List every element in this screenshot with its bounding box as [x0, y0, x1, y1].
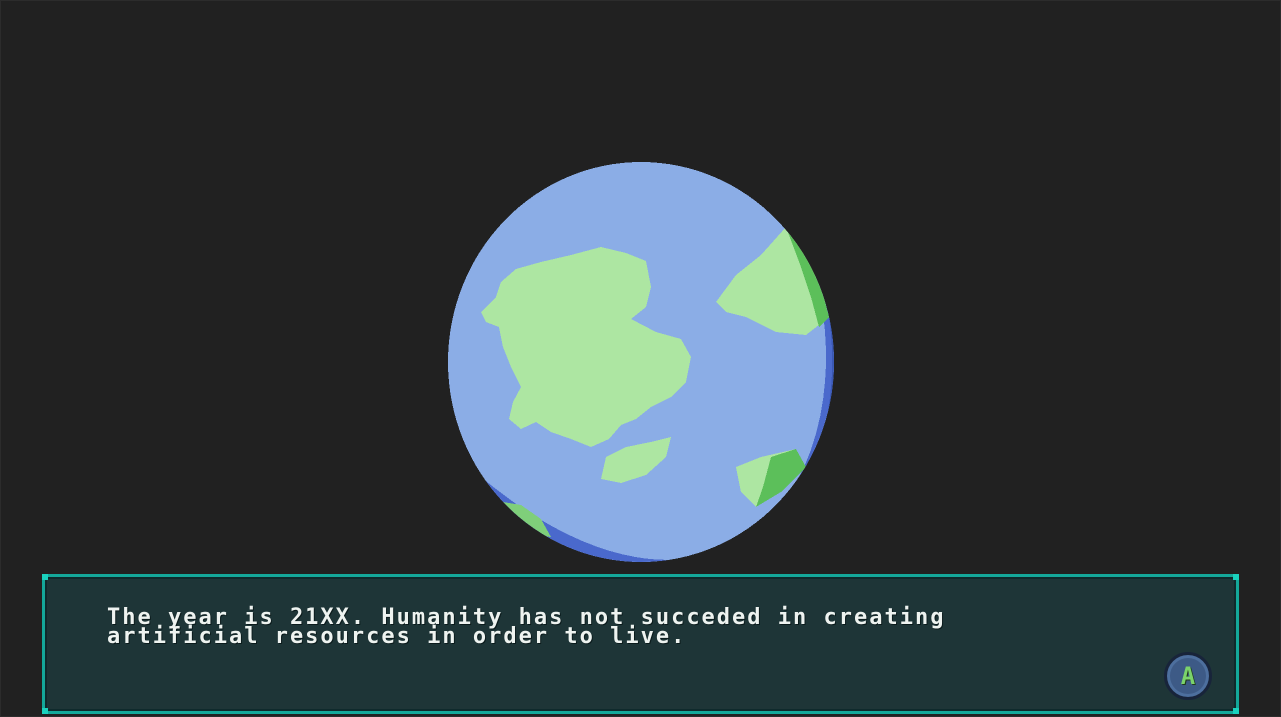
dialog-corner-bottom-left: [42, 708, 48, 714]
dialog-text: The year is 21XX. Humanity has not succe…: [107, 605, 946, 649]
dialog-corner-top-right: [1233, 574, 1239, 580]
advance-dialog-button[interactable]: A: [1164, 652, 1212, 700]
earth-globe-icon: [448, 162, 834, 562]
dialog-box[interactable]: The year is 21XX. Humanity has not succe…: [42, 574, 1239, 714]
game-screen: The year is 21XX. Humanity has not succe…: [0, 0, 1281, 717]
a-button-icon: A: [1180, 662, 1196, 690]
